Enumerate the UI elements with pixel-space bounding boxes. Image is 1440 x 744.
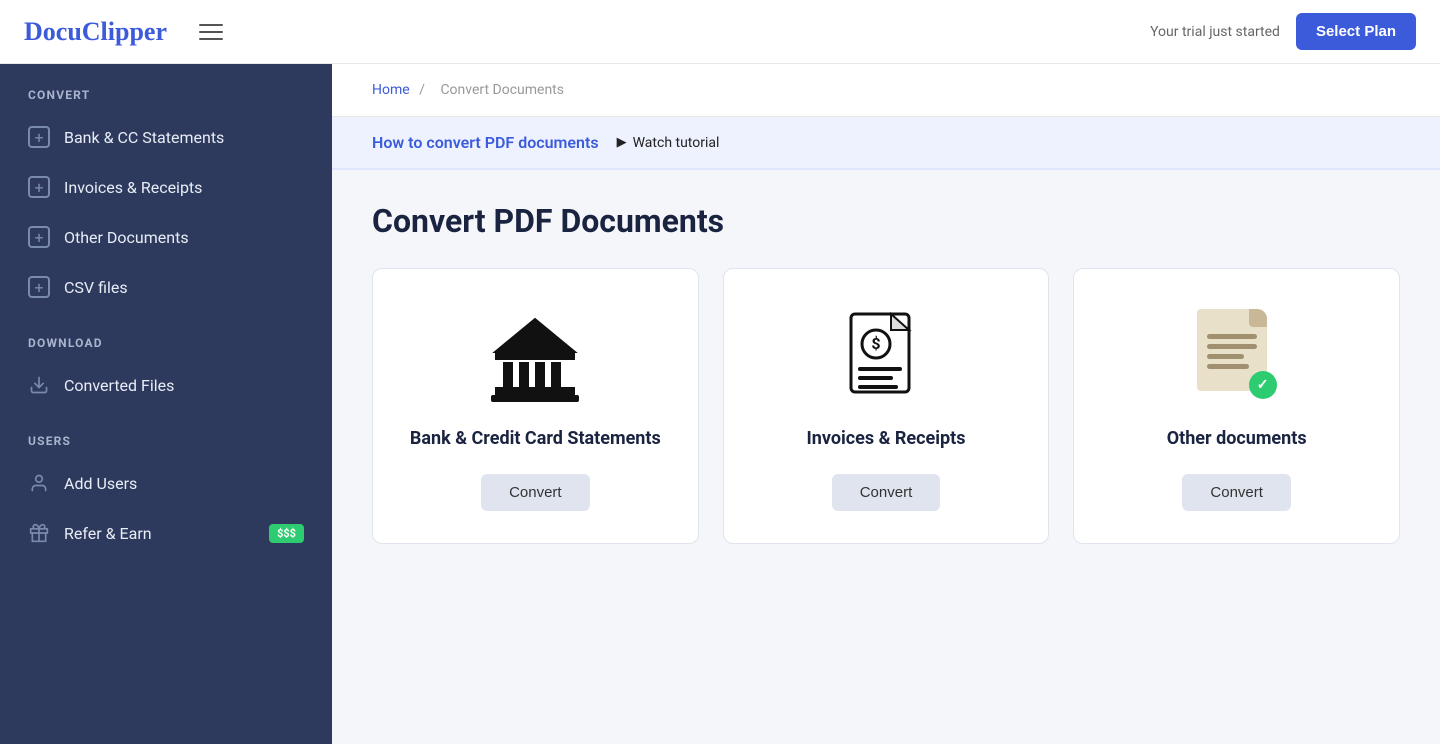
breadcrumb: Home / Convert Documents [332, 64, 1440, 117]
sidebar: CONVERT + Bank & CC Statements + Invoice… [0, 64, 332, 744]
tutorial-banner: How to convert PDF documents ▶ Watch tut… [332, 117, 1440, 170]
hamburger-line [199, 24, 223, 26]
sidebar-section-convert: CONVERT [0, 64, 332, 112]
plus-icon: + [28, 276, 50, 298]
sidebar-item-invoices[interactable]: + Invoices & Receipts [0, 162, 332, 212]
bank-card: Bank & Credit Card Statements Convert [372, 268, 699, 544]
sidebar-item-add-users[interactable]: Add Users [0, 458, 332, 508]
sidebar-item-csv[interactable]: + CSV files [0, 262, 332, 312]
hamburger-line [199, 38, 223, 40]
refer-badge: $$$ [269, 524, 304, 543]
download-icon [28, 374, 50, 396]
header: DocuClipper Your trial just started Sele… [0, 0, 1440, 64]
doc-line [1207, 334, 1257, 339]
invoice-convert-button[interactable]: Convert [832, 474, 941, 511]
sidebar-item-converted-files[interactable]: Converted Files [0, 360, 332, 410]
cards-grid: Bank & Credit Card Statements Convert [372, 268, 1400, 544]
doc-line [1207, 364, 1250, 369]
sidebar-item-label: Refer & Earn [64, 524, 152, 543]
breadcrumb-home[interactable]: Home [372, 82, 410, 98]
sidebar-item-label: Invoices & Receipts [64, 178, 202, 197]
page-title: Convert PDF Documents [372, 202, 1400, 240]
hamburger-line [199, 31, 223, 33]
sidebar-section-users: USERS [0, 410, 332, 458]
watch-tutorial-link[interactable]: ▶ Watch tutorial [617, 135, 720, 151]
sidebar-item-label: Add Users [64, 474, 137, 493]
breadcrumb-current: Convert Documents [440, 82, 564, 98]
invoice-card-title: Invoices & Receipts [807, 427, 966, 450]
sidebar-spacer [0, 558, 332, 744]
header-left: DocuClipper [24, 17, 223, 47]
sidebar-item-label: CSV files [64, 278, 128, 297]
sidebar-item-bank-cc[interactable]: + Bank & CC Statements [0, 112, 332, 162]
sidebar-item-other-docs[interactable]: + Other Documents [0, 212, 332, 262]
tutorial-link[interactable]: How to convert PDF documents [372, 133, 599, 152]
plus-icon: + [28, 226, 50, 248]
content-area: Convert PDF Documents [332, 170, 1440, 576]
play-icon: ▶ [617, 135, 627, 150]
header-right: Your trial just started Select Plan [1150, 13, 1416, 50]
sidebar-item-label: Bank & CC Statements [64, 128, 224, 147]
bank-card-title: Bank & Credit Card Statements [410, 427, 661, 450]
other-convert-button[interactable]: Convert [1182, 474, 1291, 511]
sidebar-item-label: Converted Files [64, 376, 174, 395]
sidebar-section-download: DOWNLOAD [0, 312, 332, 360]
bank-convert-button[interactable]: Convert [481, 474, 590, 511]
plus-icon: + [28, 126, 50, 148]
bank-icon [485, 309, 585, 409]
invoice-card: $ Invoices & Receipts Convert [723, 268, 1050, 544]
watch-tutorial-label: Watch tutorial [633, 135, 720, 151]
select-plan-button[interactable]: Select Plan [1296, 13, 1416, 50]
doc-line [1207, 354, 1245, 359]
trial-text: Your trial just started [1150, 24, 1280, 40]
invoice-icon: $ [846, 309, 926, 409]
sidebar-item-refer-earn[interactable]: Refer & Earn $$$ [0, 508, 332, 558]
plus-icon: + [28, 176, 50, 198]
sidebar-item-label: Other Documents [64, 228, 189, 247]
user-icon [28, 472, 50, 494]
logo: DocuClipper [24, 17, 167, 47]
breadcrumb-separator: / [419, 82, 425, 98]
layout: CONVERT + Bank & CC Statements + Invoice… [0, 64, 1440, 744]
main-content: Home / Convert Documents How to convert … [332, 64, 1440, 744]
other-card: ✓ Other documents Convert [1073, 268, 1400, 544]
hamburger-button[interactable] [199, 24, 223, 40]
gift-icon [28, 522, 50, 544]
check-badge: ✓ [1249, 371, 1277, 399]
other-card-title: Other documents [1167, 427, 1307, 450]
svg-text:$: $ [871, 334, 880, 353]
other-doc-icon: ✓ [1197, 309, 1277, 409]
doc-line [1207, 344, 1257, 349]
